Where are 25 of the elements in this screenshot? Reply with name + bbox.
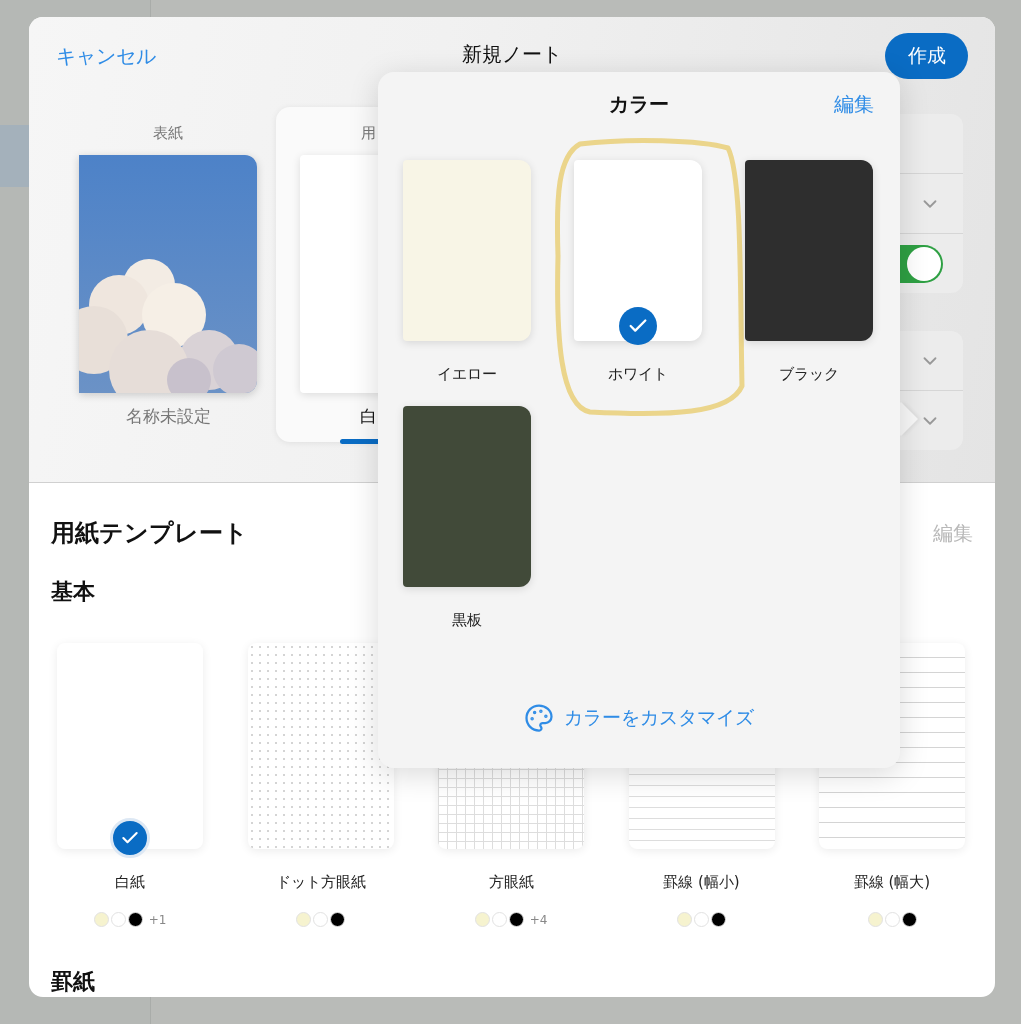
template-name: 方眼紙: [488, 873, 534, 892]
cover-tab[interactable]: 表紙 名称未設定: [79, 107, 257, 442]
subsection-heading: 基本: [51, 578, 96, 606]
edit-button[interactable]: 編集: [834, 90, 874, 118]
more-count: +4: [529, 912, 548, 927]
template-name: 罫線 (幅大): [853, 873, 931, 892]
tab-label: 表紙: [153, 124, 183, 143]
create-button[interactable]: 作成: [885, 33, 968, 79]
color-name: ブラック: [779, 365, 839, 384]
template-name: 罫線 (幅小): [663, 873, 740, 892]
tab-name: 名称未設定: [125, 405, 211, 428]
template-name: 白紙: [115, 873, 145, 892]
sheet-title: 新規ノート: [462, 42, 562, 66]
customize-color-button[interactable]: カラーをカスタマイズ: [518, 702, 760, 734]
more-count: +1: [148, 912, 167, 927]
template-name: ドット方眼紙: [275, 873, 366, 892]
cancel-button[interactable]: キャンセル: [56, 42, 156, 70]
popover-title: カラー: [609, 90, 669, 118]
color-name: 黒板: [452, 611, 482, 630]
edit-button[interactable]: 編集: [933, 519, 973, 547]
color-name: ホワイト: [608, 365, 668, 384]
tab-name: 白: [359, 405, 377, 428]
section-heading: 用紙テンプレート: [51, 518, 248, 549]
subsection-heading: 罫紙: [51, 968, 96, 996]
tab-label: 用: [360, 124, 376, 143]
